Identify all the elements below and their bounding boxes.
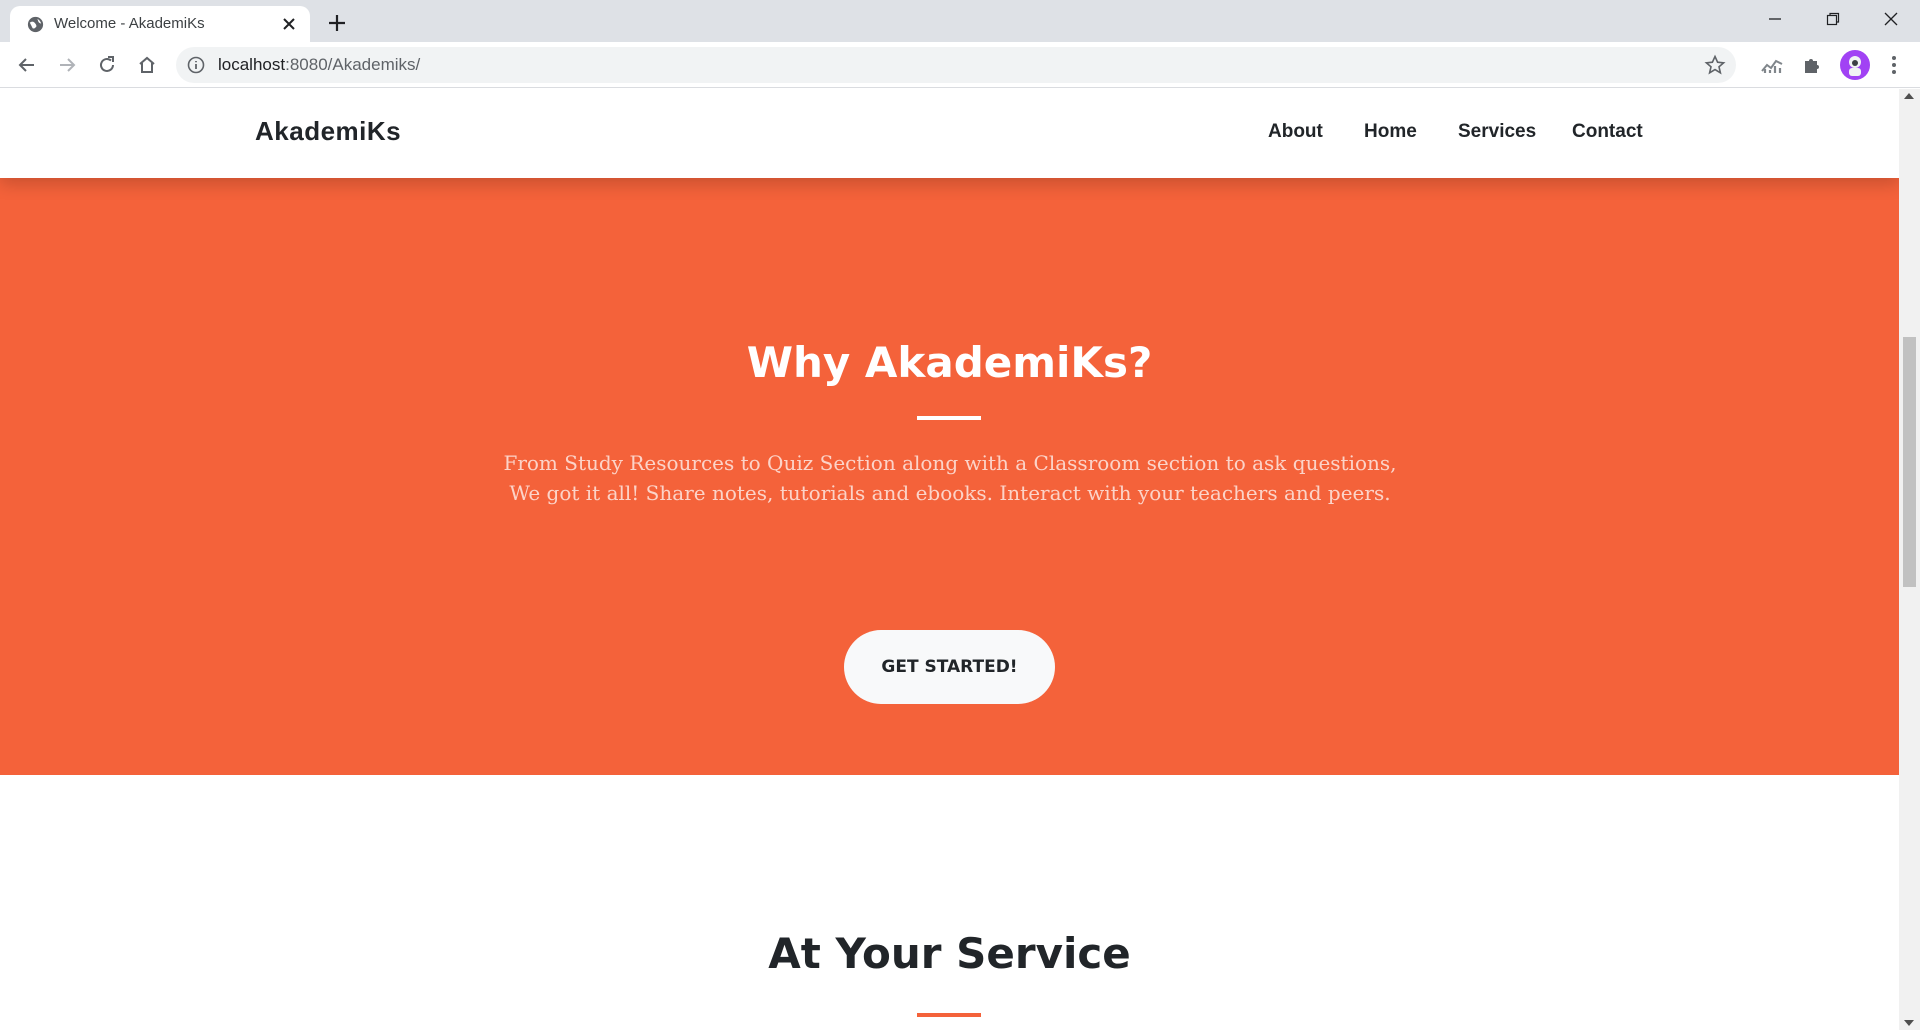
home-icon bbox=[139, 56, 155, 73]
close-tab-icon[interactable] bbox=[280, 15, 298, 33]
nav-link-contact[interactable]: Contact bbox=[1572, 121, 1643, 143]
bookmark-star-icon[interactable] bbox=[1704, 54, 1726, 76]
puzzle-icon bbox=[1805, 59, 1819, 73]
site-navbar: AkademiKs About Home Services Contact bbox=[0, 89, 1899, 178]
arrow-right-icon bbox=[60, 58, 76, 72]
scroll-down-arrow[interactable] bbox=[1904, 1020, 1914, 1026]
reload-icon bbox=[100, 56, 114, 72]
nav-link-about[interactable]: About bbox=[1268, 121, 1323, 143]
arrow-left-icon bbox=[18, 58, 34, 72]
restore-button[interactable] bbox=[1804, 0, 1862, 38]
services-title: At Your Service bbox=[768, 929, 1131, 978]
more-vert-icon bbox=[1892, 56, 1896, 74]
scroll-up-arrow[interactable] bbox=[1904, 93, 1914, 99]
url-text: localhost:8080/Akademiks/ bbox=[218, 55, 420, 75]
close-icon bbox=[1884, 12, 1898, 26]
url-path: :8080/Akademiks/ bbox=[285, 55, 421, 74]
services-divider bbox=[917, 1013, 981, 1017]
new-tab-icon[interactable] bbox=[324, 10, 350, 36]
info-icon[interactable] bbox=[186, 55, 206, 75]
browser-toolbar: localhost:8080/Akademiks/ bbox=[0, 42, 1920, 88]
nav-link-home[interactable]: Home bbox=[1364, 121, 1417, 143]
extension-button[interactable] bbox=[1760, 53, 1784, 77]
nav-link-services[interactable]: Services bbox=[1458, 121, 1536, 143]
about-section: Why AkademiKs? From Study Resources to Q… bbox=[0, 178, 1899, 775]
brand-logo[interactable]: AkademiKs bbox=[255, 116, 401, 147]
chart-extension-icon bbox=[1761, 59, 1783, 73]
browser-tabstrip: Welcome - AkademiKs bbox=[0, 0, 1920, 42]
section-divider bbox=[917, 416, 981, 420]
address-bar[interactable]: localhost:8080/Akademiks/ bbox=[176, 47, 1736, 83]
browser-tab[interactable]: Welcome - AkademiKs bbox=[10, 6, 310, 42]
tab-title: Welcome - AkademiKs bbox=[54, 15, 205, 32]
globe-icon bbox=[27, 16, 44, 33]
reload-button[interactable] bbox=[95, 53, 119, 77]
section-description: From Study Resources to Quiz Section alo… bbox=[503, 451, 1397, 505]
close-window-button[interactable] bbox=[1862, 0, 1920, 38]
user-icon bbox=[1849, 56, 1861, 76]
page-viewport: AkademiKs About Home Services Contact Wh… bbox=[0, 89, 1899, 1030]
forward-button[interactable] bbox=[55, 53, 79, 77]
scroll-thumb[interactable] bbox=[1903, 337, 1916, 587]
url-host: localhost bbox=[218, 55, 286, 74]
section-title: Why AkademiKs? bbox=[746, 338, 1153, 387]
page-scrollbar[interactable] bbox=[1899, 89, 1920, 1030]
minimize-button[interactable] bbox=[1746, 0, 1804, 38]
back-button[interactable] bbox=[15, 53, 39, 77]
extensions-menu-button[interactable] bbox=[1800, 53, 1824, 77]
get-started-button[interactable]: GET STARTED! bbox=[844, 630, 1055, 704]
restore-icon bbox=[1826, 12, 1840, 26]
profile-avatar[interactable] bbox=[1840, 50, 1870, 80]
browser-menu-button[interactable] bbox=[1882, 53, 1906, 77]
minimize-icon bbox=[1769, 18, 1781, 20]
home-button[interactable] bbox=[135, 53, 159, 77]
